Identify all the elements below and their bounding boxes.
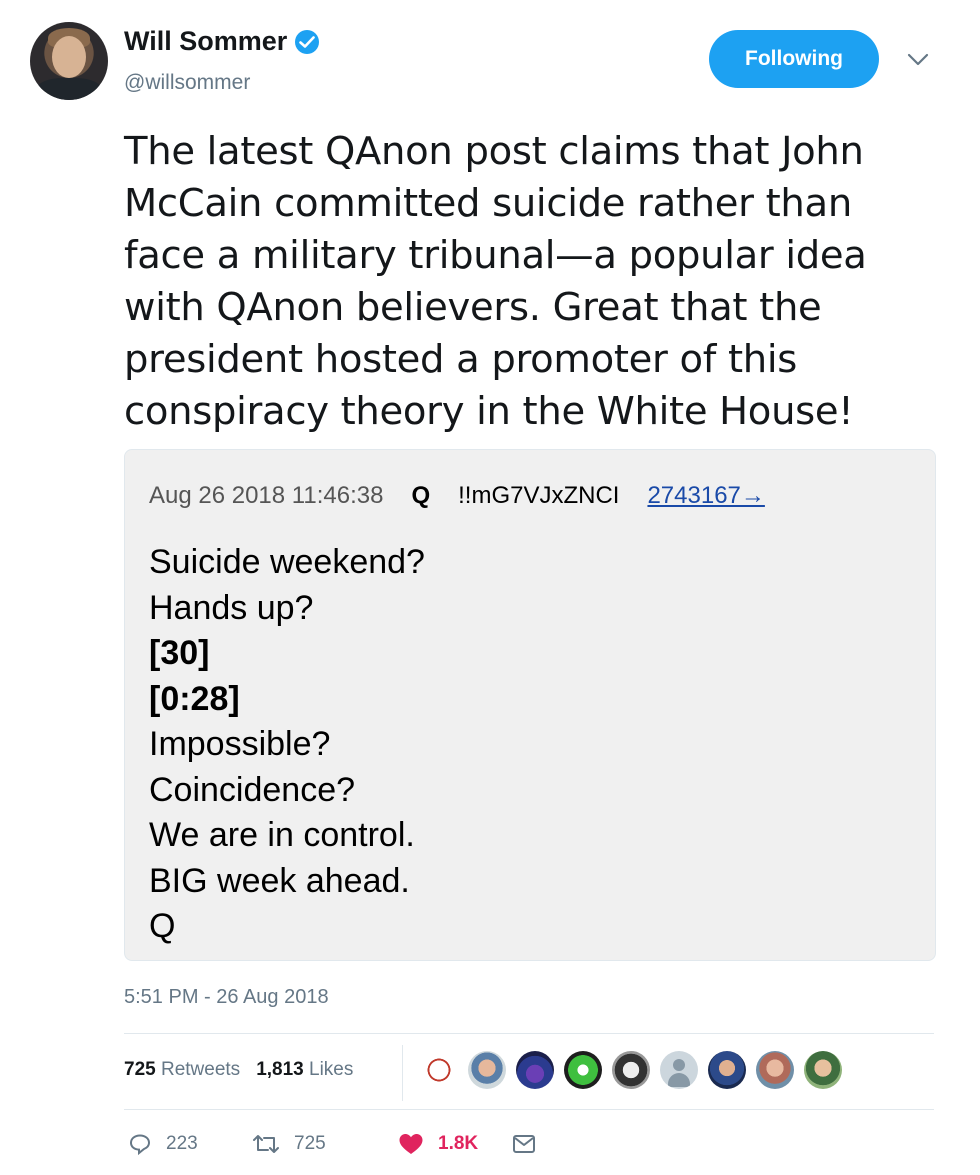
retweets-stat[interactable]: 725 Retweets <box>124 1059 240 1080</box>
tweet-text: The latest QAnon post claims that John M… <box>124 129 867 434</box>
liker-avatar[interactable] <box>612 1051 650 1089</box>
engagement-stats: 725 Retweets 1,813 Likes <box>124 1059 353 1081</box>
divider <box>124 1033 934 1034</box>
post-line: Hands up? <box>149 588 314 627</box>
liker-avatar[interactable] <box>804 1051 842 1089</box>
user-handle[interactable]: @willsommer <box>124 71 250 95</box>
like-count: 1.8K <box>438 1133 479 1154</box>
user-name-row[interactable]: Will Sommer <box>124 26 320 57</box>
embedded-image[interactable]: Aug 26 2018 11:46:38 Q !!mG7VJxZNCI 2743… <box>124 449 936 961</box>
liker-avatars <box>420 1051 852 1089</box>
post-tripcode: !!mG7VJxZNCI <box>458 482 620 509</box>
retweet-icon <box>253 1135 279 1153</box>
tweet-actions: 223 725 1.8K <box>128 1132 536 1156</box>
likes-stat[interactable]: 1,813 Likes <box>256 1059 353 1080</box>
post-body: Suicide weekend? Hands up? [30] [0:28] I… <box>149 540 425 950</box>
chevron-down-icon[interactable] <box>906 50 930 70</box>
retweet-count: 725 <box>294 1133 326 1154</box>
post-line: Q <box>149 907 176 945</box>
post-line: We are in control. <box>149 816 415 854</box>
post-line: [30] <box>149 634 210 672</box>
reply-count: 223 <box>166 1133 198 1154</box>
verified-badge-icon <box>295 29 320 54</box>
liker-avatar[interactable] <box>516 1051 554 1089</box>
liker-avatar[interactable] <box>420 1051 458 1089</box>
avatar[interactable] <box>30 22 108 100</box>
post-line: Suicide weekend? <box>149 543 425 581</box>
liker-avatar[interactable] <box>756 1051 794 1089</box>
post-header: Aug 26 2018 11:46:38 Q !!mG7VJxZNCI 2743… <box>149 482 765 510</box>
liker-avatar[interactable] <box>708 1051 746 1089</box>
divider <box>124 1109 934 1110</box>
post-link[interactable]: 2743167→ <box>647 482 764 510</box>
reply-button[interactable]: 223 <box>128 1132 252 1156</box>
like-button[interactable]: 1.8K <box>398 1132 512 1156</box>
post-date: Aug 26 2018 11:46:38 <box>149 482 384 509</box>
retweet-button[interactable]: 725 <box>252 1132 398 1156</box>
tweet-timestamp[interactable]: 5:51 PM - 26 Aug 2018 <box>124 986 329 1009</box>
message-icon <box>513 1135 535 1153</box>
post-line: BIG week ahead. <box>149 861 410 900</box>
divider <box>402 1045 403 1101</box>
heart-icon <box>399 1134 423 1154</box>
following-button[interactable]: Following <box>709 30 879 88</box>
post-line: Coincidence? <box>149 770 356 809</box>
post-line: Impossible? <box>149 725 331 763</box>
post-line: [0:28] <box>149 679 240 718</box>
post-author: Q <box>411 482 431 509</box>
liker-avatar[interactable] <box>468 1051 506 1089</box>
user-name[interactable]: Will Sommer <box>124 26 287 57</box>
liker-avatar[interactable] <box>660 1051 698 1089</box>
direct-message-button[interactable] <box>512 1133 536 1155</box>
liker-avatar[interactable] <box>564 1051 602 1089</box>
reply-icon <box>129 1134 151 1156</box>
